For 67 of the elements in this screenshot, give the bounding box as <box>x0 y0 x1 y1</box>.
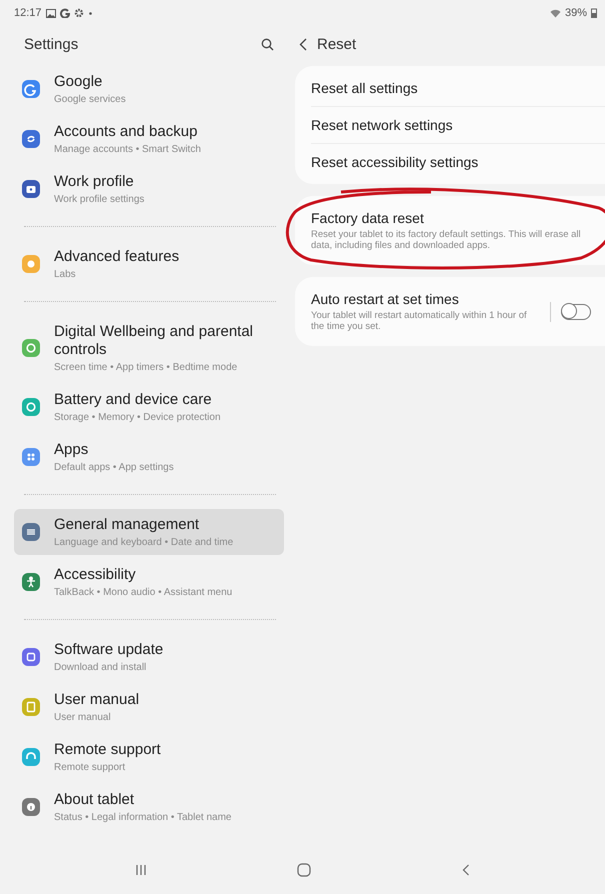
item-title: Accounts and backup <box>54 123 198 141</box>
dot-icon <box>88 10 93 16</box>
settings-item[interactable]: Apps Default apps • App settings <box>14 434 284 480</box>
item-subtitle: Default apps • App settings <box>54 462 174 473</box>
item-title: Advanced features <box>54 248 180 266</box>
item-title: Work profile <box>54 173 135 191</box>
item-subtitle: TalkBack • Mono audio • Assistant menu <box>54 587 232 598</box>
option-description: Reset your tablet to its factory default settings. This will erase all data, including files and downloaded apps. <box>311 229 582 251</box>
item-title: Accessibility <box>54 566 137 584</box>
option-description: Your tablet will restart automatically within 1 hour of the time you set. <box>311 310 528 332</box>
reset-option[interactable]: Reset network settings <box>311 106 605 143</box>
settings-item[interactable]: Software update Download and install <box>14 634 284 680</box>
settings-item[interactable]: About tablet Status • Legal information • Tablet name <box>14 784 284 830</box>
item-subtitle: Status • Legal information • Tablet name <box>54 812 232 823</box>
sidebar-title: Settings <box>24 36 78 52</box>
item-subtitle: Download and install <box>54 662 148 673</box>
item-subtitle: Language and keyboard • Date and time <box>54 537 234 548</box>
page-title: Reset <box>317 36 356 52</box>
reset-option[interactable]: Factory data reset Reset your tablet to its factory default settings. This will erase all data, including files and downloaded apps. <box>311 200 605 261</box>
item-subtitle: Google services <box>54 94 126 105</box>
status-time: 12:17 <box>14 7 42 19</box>
item-title: About tablet <box>54 791 136 809</box>
toggle-switch[interactable] <box>561 304 591 320</box>
wifi-icon <box>550 8 561 18</box>
back-icon[interactable] <box>299 38 307 50</box>
arc-icon <box>60 8 70 18</box>
item-title: General management <box>54 516 200 534</box>
option-title: Reset all settings <box>311 80 419 96</box>
item-subtitle: Manage accounts • Smart Switch <box>54 144 201 155</box>
gear-icon <box>74 8 84 18</box>
recent-apps-icon[interactable] <box>135 864 148 876</box>
reset-option[interactable]: Reset accessibility settings <box>311 143 605 180</box>
item-title: Software update <box>54 641 164 659</box>
item-subtitle: Storage • Memory • Device protection <box>54 412 221 423</box>
option-title: Factory data reset <box>311 210 425 226</box>
item-title: Battery and device care <box>54 391 213 409</box>
reset-option[interactable]: Auto restart at set times Your tablet will restart automatically within 1 hour of the time you set. <box>311 281 605 342</box>
option-title: Auto restart at set times <box>311 291 460 307</box>
settings-item[interactable]: General management Language and keyboard • Date and time <box>14 509 284 555</box>
search-icon[interactable] <box>261 38 274 50</box>
reset-option[interactable]: Reset all settings <box>311 70 605 106</box>
option-title: Reset accessibility settings <box>311 154 480 170</box>
image-icon <box>46 8 56 18</box>
item-title: Apps <box>54 441 90 459</box>
item-subtitle: Work profile settings <box>54 194 144 205</box>
settings-item[interactable]: Work profile Work profile settings <box>14 166 284 212</box>
settings-item[interactable]: Digital Wellbeing and parental controls Screen time • App timers • Bedtime mode <box>14 316 284 380</box>
home-icon[interactable] <box>297 863 312 877</box>
settings-item[interactable]: Google Google services <box>14 66 284 112</box>
item-subtitle: Screen time • App timers • Bedtime mode <box>54 362 238 373</box>
settings-item[interactable]: Accounts and backup Manage accounts • Smart Switch <box>14 116 284 162</box>
item-subtitle: Remote support <box>54 762 126 773</box>
settings-item[interactable]: Accessibility TalkBack • Mono audio • Assistant menu <box>14 559 284 605</box>
option-title: Reset network settings <box>311 117 454 133</box>
settings-item[interactable]: Remote support Remote support <box>14 734 284 780</box>
settings-item[interactable]: Advanced features Labs <box>14 241 284 287</box>
settings-item[interactable]: User manual User manual <box>14 684 284 730</box>
item-subtitle: User manual <box>54 712 112 723</box>
back-icon[interactable] <box>462 864 470 876</box>
battery-icon <box>591 8 597 18</box>
item-title: User manual <box>54 691 140 709</box>
item-title: Remote support <box>54 741 161 759</box>
item-title: Google <box>54 73 104 91</box>
item-subtitle: Labs <box>54 269 77 280</box>
settings-item[interactable]: Battery and device care Storage • Memory • Device protection <box>14 384 284 430</box>
item-title: Digital Wellbeing and parental controls <box>54 323 254 359</box>
battery-percentage: 39% <box>564 7 587 19</box>
